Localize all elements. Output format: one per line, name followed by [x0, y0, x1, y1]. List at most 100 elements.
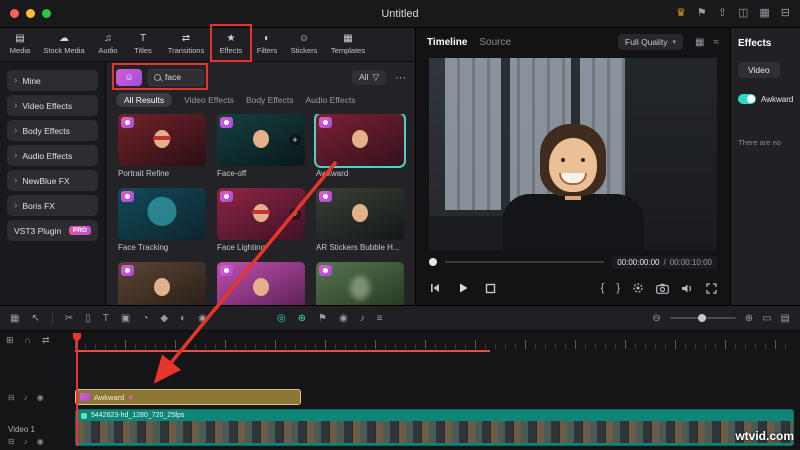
mixer-icon[interactable]: ≡	[377, 313, 383, 324]
timeline-ruler[interactable]	[75, 333, 792, 349]
zoom-slider[interactable]	[669, 314, 736, 322]
seek-bar[interactable]	[445, 261, 605, 263]
chip-all-results[interactable]: All Results	[116, 92, 173, 107]
tab-source-preview[interactable]: Source	[479, 37, 511, 48]
tab-filters[interactable]: ◐ Filters	[250, 28, 284, 61]
grid-view-icon[interactable]: ▦	[695, 37, 704, 48]
tab-templates[interactable]: ▦ Templates	[324, 28, 372, 61]
sidebar-item-mine[interactable]: › Mine	[7, 70, 98, 91]
add-effect-button[interactable]: +	[289, 208, 301, 220]
effect-thumbnail[interactable]	[118, 114, 206, 166]
mute-icon[interactable]: ♪	[24, 393, 28, 402]
timeline-effect-clip-awkward[interactable]: Awkward ♥	[75, 389, 301, 405]
play-button[interactable]	[457, 282, 469, 294]
effect-card-row3-1[interactable]	[118, 262, 206, 305]
search-box[interactable]	[148, 68, 204, 86]
effect-thumbnail[interactable]	[217, 262, 305, 305]
fullscreen-icon[interactable]	[706, 282, 717, 294]
screen-record-icon[interactable]: ⊟	[781, 7, 790, 20]
delete-icon[interactable]: ▯	[85, 313, 91, 324]
chip-audio-effects[interactable]: Audio Effects	[306, 95, 356, 105]
sidebar-item-video-effects[interactable]: › Video Effects	[7, 95, 98, 116]
fit-timeline-icon[interactable]: ▭	[762, 313, 771, 324]
chip-video-effects[interactable]: Video Effects	[184, 95, 234, 105]
effect-thumbnail[interactable]	[118, 188, 206, 240]
effect-thumbnail[interactable]: +	[217, 188, 305, 240]
effect-enabled-toggle[interactable]	[738, 94, 756, 104]
speaker-icon[interactable]	[681, 283, 694, 294]
mask-icon[interactable]: ◉	[198, 313, 207, 324]
tab-stock-media[interactable]: ☁ Stock Media	[38, 28, 90, 61]
voiceover-icon[interactable]: ♪	[360, 313, 365, 324]
effect-thumbnail[interactable]: +	[217, 114, 305, 166]
effect-card-face-off[interactable]: + Face-off	[217, 114, 305, 182]
flag-icon[interactable]: ⚑	[697, 7, 707, 20]
tab-stickers[interactable]: ☺ Stickers	[284, 28, 324, 61]
effect-card-row3-3[interactable]	[316, 262, 404, 305]
effect-card-face-lighting[interactable]: + Face Lighting	[217, 188, 305, 256]
color-icon[interactable]: ◐	[180, 313, 186, 324]
tab-audio[interactable]: ♫ Audio	[90, 28, 126, 61]
hide-icon[interactable]: ◉	[37, 437, 44, 446]
timeline-video-clip[interactable]: 5442623-hd_1280_720_25fps	[75, 409, 794, 446]
lock-icon[interactable]: ⊟	[8, 393, 15, 402]
previous-frame-button[interactable]	[429, 282, 441, 294]
seek-handle[interactable]	[429, 258, 437, 266]
upgrade-crown-icon[interactable]: ♛	[676, 7, 686, 20]
inspector-video-tab[interactable]: Video	[738, 62, 780, 78]
manage-tracks-icon[interactable]: ⊞	[6, 335, 14, 346]
tab-effects[interactable]: ★ Effects	[212, 28, 250, 61]
sidebar-item-vst3-plugin[interactable]: VST3 Plugin PRO	[7, 220, 98, 241]
effect-card-face-tracking[interactable]: Face Tracking	[118, 188, 206, 256]
tab-media[interactable]: ▤ Media	[2, 28, 38, 61]
tab-titles[interactable]: T Titles	[126, 28, 160, 61]
more-options-icon[interactable]: ⋯	[392, 71, 409, 84]
tab-transitions[interactable]: ⇄ Transitions	[160, 28, 212, 61]
zoom-out-icon[interactable]: ⊖	[652, 313, 660, 324]
stop-button[interactable]	[485, 283, 496, 294]
zoom-in-icon[interactable]: ⊕	[745, 313, 753, 324]
export-icon[interactable]: ⇧	[718, 7, 727, 20]
video-viewport[interactable]	[429, 58, 717, 250]
hide-icon[interactable]: ◉	[37, 393, 44, 402]
pointer-tool-icon[interactable]: ↖	[31, 313, 39, 324]
keyframe-icon[interactable]: ◆	[160, 313, 168, 324]
crop-icon[interactable]: ▣	[121, 313, 130, 324]
effect-thumbnail[interactable]	[316, 262, 404, 305]
chip-body-effects[interactable]: Body Effects	[246, 95, 294, 105]
settings-gear-icon[interactable]	[632, 282, 644, 294]
effect-thumbnail-selected[interactable]	[314, 114, 406, 168]
quality-dropdown[interactable]: Full Quality ▾	[618, 34, 684, 50]
sidebar-item-boris-fx[interactable]: › Boris FX	[7, 195, 98, 216]
marker-icon[interactable]: ⚑	[318, 313, 327, 324]
media-grid-icon[interactable]: ▦	[759, 7, 769, 20]
effect-card-ar-stickers[interactable]: AR Stickers Bubble H...	[316, 188, 404, 256]
ripple-icon[interactable]: ⇄	[42, 335, 50, 346]
mark-in-button[interactable]: {	[601, 282, 605, 294]
tab-timeline-preview[interactable]: Timeline	[427, 37, 467, 48]
all-filter-dropdown[interactable]: All ▽	[352, 69, 386, 85]
add-effect-button[interactable]: +	[289, 134, 301, 146]
layout-icon[interactable]: ◫	[738, 7, 748, 20]
effect-card-awkward[interactable]: Awkward	[314, 114, 406, 182]
text-tool-icon[interactable]: T	[103, 313, 109, 324]
track-manager-icon[interactable]: ▤	[781, 313, 790, 324]
face-category-button[interactable]: ☺	[116, 68, 142, 86]
effect-card-portrait-refine[interactable]: Portrait Refine	[118, 114, 206, 182]
mute-icon[interactable]: ♪	[24, 437, 28, 446]
media-bin-icon[interactable]: ▦	[10, 313, 19, 324]
search-input[interactable]	[165, 72, 199, 82]
playhead[interactable]	[76, 333, 78, 446]
magnet-icon[interactable]: ∩	[25, 335, 31, 346]
lock-icon[interactable]: ⊟	[8, 437, 15, 446]
sidebar-item-body-effects[interactable]: › Body Effects	[7, 120, 98, 141]
effect-card-row3-2[interactable]	[217, 262, 305, 305]
sidebar-item-newblue-fx[interactable]: › NewBlue FX	[7, 170, 98, 191]
chroma-key-icon[interactable]: ◎	[277, 313, 286, 324]
speed-icon[interactable]: ◔	[142, 313, 148, 324]
effect-thumbnail[interactable]	[118, 262, 206, 305]
split-icon[interactable]: ✂	[65, 313, 73, 324]
snapshot-icon[interactable]: ◉	[339, 313, 348, 324]
snapshot-camera-icon[interactable]	[656, 283, 669, 294]
mark-out-button[interactable]: }	[616, 282, 620, 294]
